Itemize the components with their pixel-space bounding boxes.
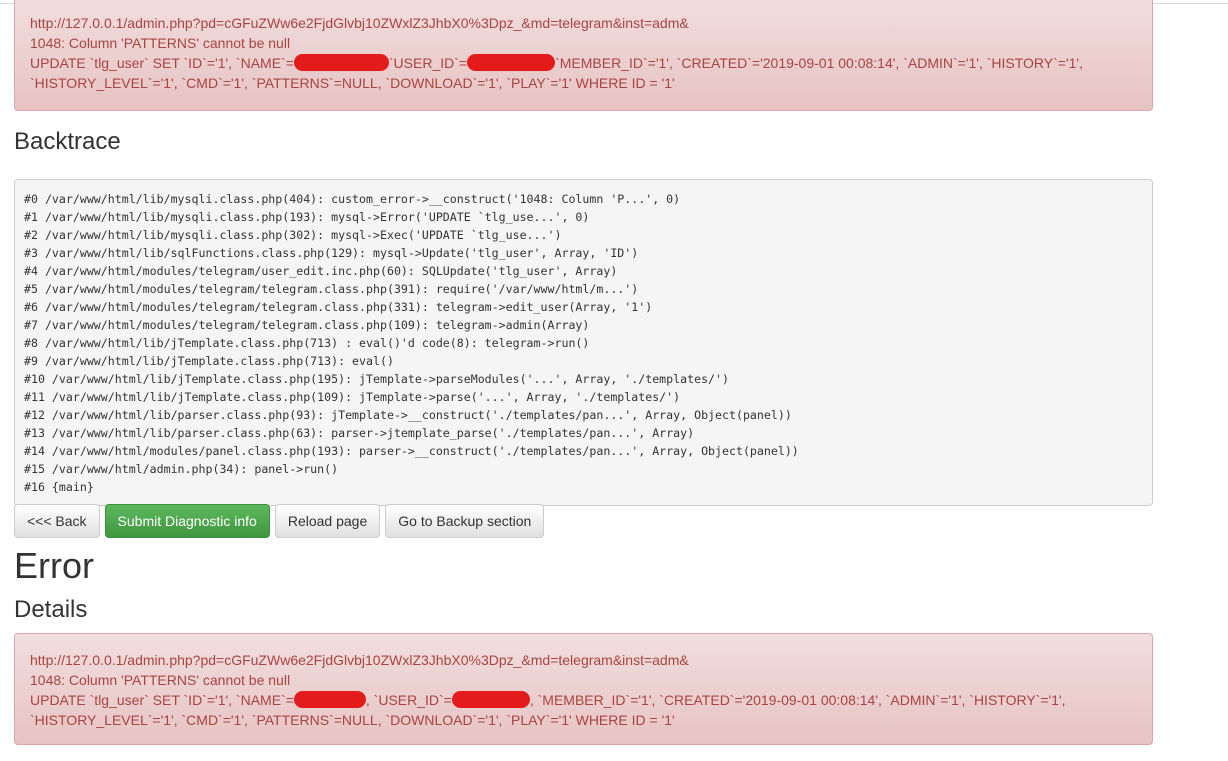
sql-part-2: `USER_ID`= xyxy=(388,55,468,71)
error-message: 1048: Column 'PATTERNS' cannot be null xyxy=(30,672,291,688)
sql-line-1: UPDATE `tlg_user` SET `ID`='1', `NAME`=,… xyxy=(30,690,1137,710)
trace-line: #6 /var/www/html/modules/telegram/telegr… xyxy=(24,299,653,314)
error-heading: Error xyxy=(14,545,94,586)
sql-line-2: `HISTORY_LEVEL`='1', `CMD`='1', `PATTERN… xyxy=(30,712,675,728)
action-buttons: <<< Back Submit Diagnostic info Reload p… xyxy=(14,504,545,538)
trace-line: #1 /var/www/html/lib/mysqli.class.php(19… xyxy=(24,209,590,224)
error-alert-details: http://127.0.0.1/admin.php?pd=cGFuZWw6e2… xyxy=(14,633,1153,745)
backtrace-block: #0 /var/www/html/lib/mysqli.class.php(40… xyxy=(14,178,1153,506)
trace-line: #9 /var/www/html/lib/jTemplate.class.php… xyxy=(24,353,394,368)
sql-part-2: , `USER_ID`= xyxy=(365,692,452,708)
sql-part-1: UPDATE `tlg_user` SET `ID`='1', `NAME`= xyxy=(30,692,294,708)
error-url: http://127.0.0.1/admin.php?pd=cGFuZWw6e2… xyxy=(30,652,689,668)
error-url: http://127.0.0.1/admin.php?pd=cGFuZWw6e2… xyxy=(30,15,689,31)
trace-line: #4 /var/www/html/modules/telegram/user_e… xyxy=(24,263,618,278)
sql-line-1: UPDATE `tlg_user` SET `ID`='1', `NAME`= `… xyxy=(30,53,1137,73)
sql-part-1: UPDATE `tlg_user` SET `ID`='1', `NAME`= xyxy=(30,55,294,71)
trace-line: #0 /var/www/html/lib/mysqli.class.php(40… xyxy=(24,191,681,206)
trace-line: #16 {main} xyxy=(24,479,94,494)
trace-line: #15 /var/www/html/admin.php(34): panel->… xyxy=(24,461,339,476)
backtrace-heading: Backtrace xyxy=(14,128,121,155)
redaction-mark xyxy=(293,54,389,71)
trace-line: #12 /var/www/html/lib/parser.class.php(9… xyxy=(24,407,792,422)
sql-part-3: , `MEMBER_ID`='1', `CREATED`='2019-09-01… xyxy=(529,692,1066,708)
sql-part-3: `MEMBER_ID`='1', `CREATED`='2019-09-01 0… xyxy=(555,55,1083,71)
redaction-mark xyxy=(293,691,366,708)
trace-line: #13 /var/www/html/lib/parser.class.php(6… xyxy=(24,425,695,440)
trace-line: #2 /var/www/html/lib/mysqli.class.php(30… xyxy=(24,227,562,242)
trace-line: #10 /var/www/html/lib/jTemplate.class.ph… xyxy=(24,371,729,386)
trace-line: #14 /var/www/html/modules/panel.class.ph… xyxy=(24,443,799,458)
back-button[interactable]: <<< Back xyxy=(14,504,100,538)
error-message: 1048: Column 'PATTERNS' cannot be null xyxy=(30,35,291,51)
trace-line: #8 /var/www/html/lib/jTemplate.class.php… xyxy=(24,335,590,350)
trace-line: #7 /var/www/html/modules/telegram/telegr… xyxy=(24,317,590,332)
details-heading: Details xyxy=(14,596,88,623)
error-alert-top: http://127.0.0.1/admin.php?pd=cGFuZWw6e2… xyxy=(14,0,1153,111)
backup-section-button[interactable]: Go to Backup section xyxy=(385,504,545,538)
trace-line: #11 /var/www/html/lib/jTemplate.class.ph… xyxy=(24,389,681,404)
reload-page-button[interactable]: Reload page xyxy=(274,504,381,538)
redaction-mark xyxy=(451,691,530,708)
redaction-mark xyxy=(467,54,556,71)
submit-diagnostic-button[interactable]: Submit Diagnostic info xyxy=(104,504,270,538)
sql-line-2: `HISTORY_LEVEL`='1', `CMD`='1', `PATTERN… xyxy=(30,75,675,91)
trace-line: #5 /var/www/html/modules/telegram/telegr… xyxy=(24,281,639,296)
trace-line: #3 /var/www/html/lib/sqlFunctions.class.… xyxy=(24,245,639,260)
